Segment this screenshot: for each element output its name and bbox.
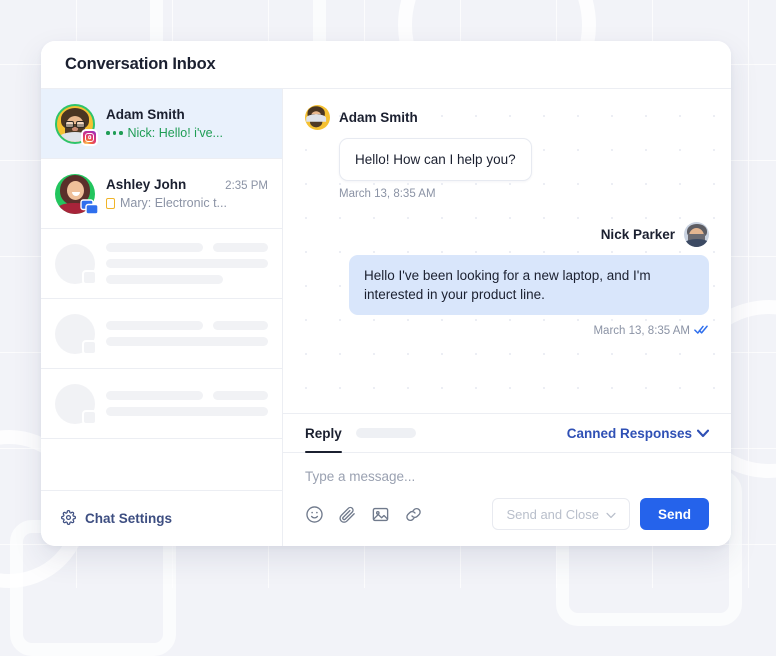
list-item-placeholder: [41, 229, 282, 299]
emoji-icon[interactable]: [305, 505, 324, 524]
gear-icon: [61, 510, 76, 528]
conversation-item-ashley-john[interactable]: Ashley John 2:35 PM Mary: Electronic t..…: [41, 159, 282, 229]
avatar: [55, 104, 95, 144]
conversation-meta: Adam Smith Nick: Hello! i've...: [106, 107, 268, 140]
image-icon[interactable]: [371, 505, 390, 524]
message-list: Adam Smith Hello! How can I help you? Ma…: [283, 89, 731, 413]
message-input[interactable]: Type a message...: [305, 469, 709, 484]
message-author-row: Adam Smith: [305, 105, 709, 130]
avatar: [684, 222, 709, 247]
note-icon: [106, 198, 115, 209]
read-receipt-icon: [694, 322, 709, 340]
message-composer: Type a message...: [283, 453, 731, 484]
conversation-sidebar: Adam Smith Nick: Hello! i've...: [41, 89, 283, 546]
composer-toolbar: Send and Close Send: [283, 484, 731, 546]
avatar: [55, 174, 95, 214]
page-title: Conversation Inbox: [65, 55, 215, 74]
list-item-placeholder: [41, 369, 282, 439]
canned-responses-dropdown[interactable]: Canned Responses: [567, 426, 709, 441]
tab-placeholder: [356, 428, 416, 438]
conversation-item-adam-smith[interactable]: Adam Smith Nick: Hello! i've...: [41, 89, 282, 159]
avatar: [305, 105, 330, 130]
card-header: Conversation Inbox: [41, 41, 731, 89]
send-and-close-label: Send and Close: [506, 507, 599, 522]
message-timestamp: March 13, 8:35 AM: [339, 188, 709, 200]
card-body: Adam Smith Nick: Hello! i've...: [41, 89, 731, 546]
typing-indicator-icon: [106, 131, 123, 135]
conversation-name: Adam Smith: [106, 107, 185, 122]
message-incoming: Adam Smith Hello! How can I help you? Ma…: [305, 105, 709, 200]
message-timestamp: March 13, 8:35 AM: [593, 325, 690, 337]
message-timestamp-row: March 13, 8:35 AM: [305, 322, 709, 340]
message-outgoing: Nick Parker Hello I've been looking for …: [305, 222, 709, 340]
message-author: Adam Smith: [339, 110, 418, 125]
live-chat-icon: [80, 198, 99, 217]
conversation-pane: Adam Smith Hello! How can I help you? Ma…: [283, 89, 731, 546]
canned-responses-label: Canned Responses: [567, 426, 692, 441]
message-author-row: Nick Parker: [305, 222, 709, 247]
conversation-preview: Nick: Hello! i've...: [128, 126, 223, 140]
instagram-icon: [81, 129, 98, 146]
attachment-icon[interactable]: [338, 505, 357, 524]
conversation-preview: Mary: Electronic t...: [120, 196, 227, 210]
message-author: Nick Parker: [601, 227, 675, 242]
conversation-name: Ashley John: [106, 177, 186, 192]
list-item-placeholder: [41, 299, 282, 369]
send-button[interactable]: Send: [640, 498, 709, 530]
chat-settings-button[interactable]: Chat Settings: [41, 490, 282, 546]
conversation-inbox-card: Conversation Inbox: [41, 41, 731, 546]
conversation-list: Adam Smith Nick: Hello! i've...: [41, 89, 282, 490]
chevron-down-icon: [697, 426, 709, 441]
conversation-time: 2:35 PM: [225, 180, 268, 192]
tab-reply[interactable]: Reply: [305, 414, 342, 452]
conversation-meta: Ashley John 2:35 PM Mary: Electronic t..…: [106, 177, 268, 210]
chat-settings-label: Chat Settings: [85, 511, 172, 526]
send-and-close-button[interactable]: Send and Close: [492, 498, 630, 530]
link-icon[interactable]: [404, 505, 423, 524]
send-actions: Send and Close Send: [492, 498, 709, 530]
reply-tabs: Reply Canned Responses: [283, 413, 731, 453]
message-bubble: Hello! How can I help you?: [339, 138, 532, 181]
message-bubble: Hello I've been looking for a new laptop…: [349, 255, 709, 315]
chevron-down-icon: [606, 507, 616, 522]
